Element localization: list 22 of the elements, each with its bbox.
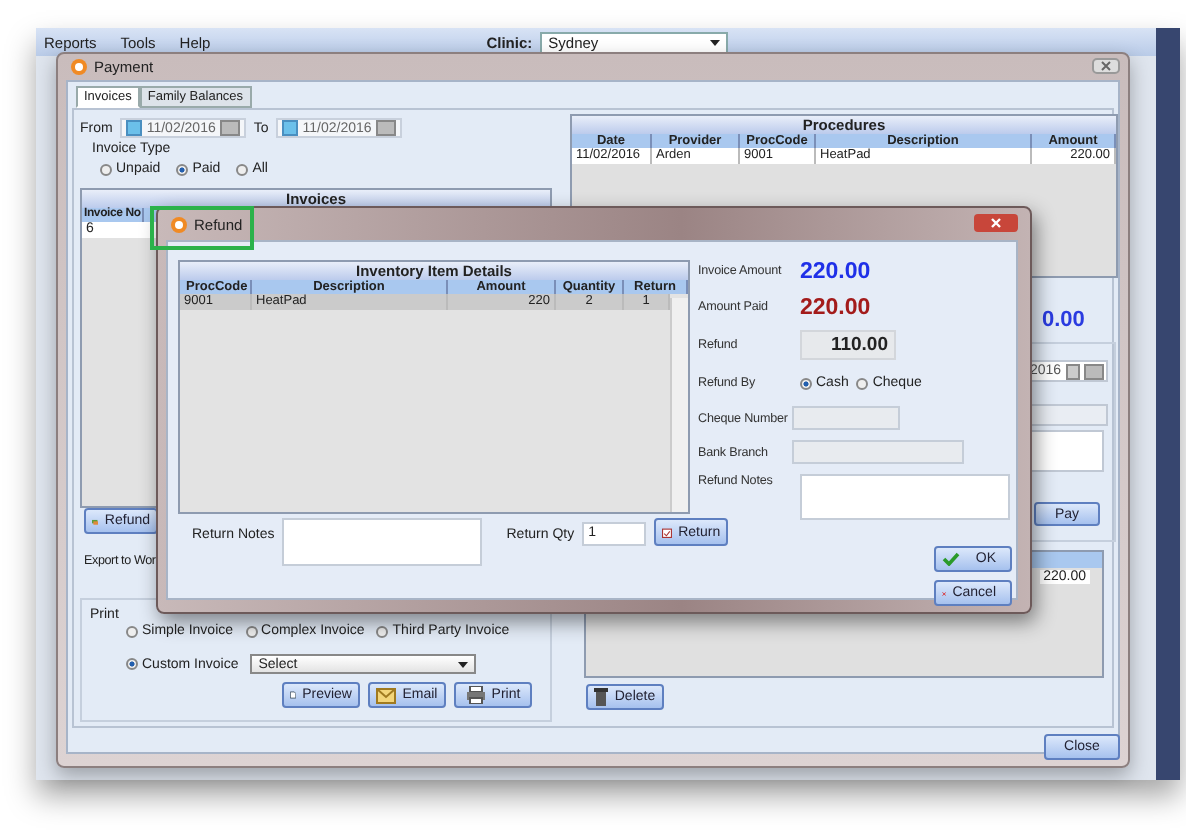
close-icon[interactable] [974,214,1018,232]
cheque-number-field[interactable] [792,406,900,430]
document-icon [290,686,297,704]
caret-icon [710,39,721,45]
return-notes-field[interactable] [282,518,483,566]
printer-icon [465,686,486,704]
amount-paid: 220.00 [800,295,871,319]
invoice-amount: 220.00 [800,259,871,283]
envelope-icon [376,687,397,703]
trash-icon [594,688,609,706]
bank-branch-field[interactable] [792,440,964,464]
refund-notes-field[interactable] [800,474,1010,520]
close-icon[interactable] [1092,58,1120,74]
app-icon [70,58,88,76]
scrollbar[interactable] [670,298,688,512]
clipboard-icon [662,523,673,541]
refund-amount-field[interactable]: 110.00 [800,330,896,360]
caret-icon [458,661,469,667]
balance-amount: 0.00 [1042,308,1085,332]
highlight-frame [150,206,254,250]
check-icon [942,552,960,566]
app-icon [170,215,188,233]
